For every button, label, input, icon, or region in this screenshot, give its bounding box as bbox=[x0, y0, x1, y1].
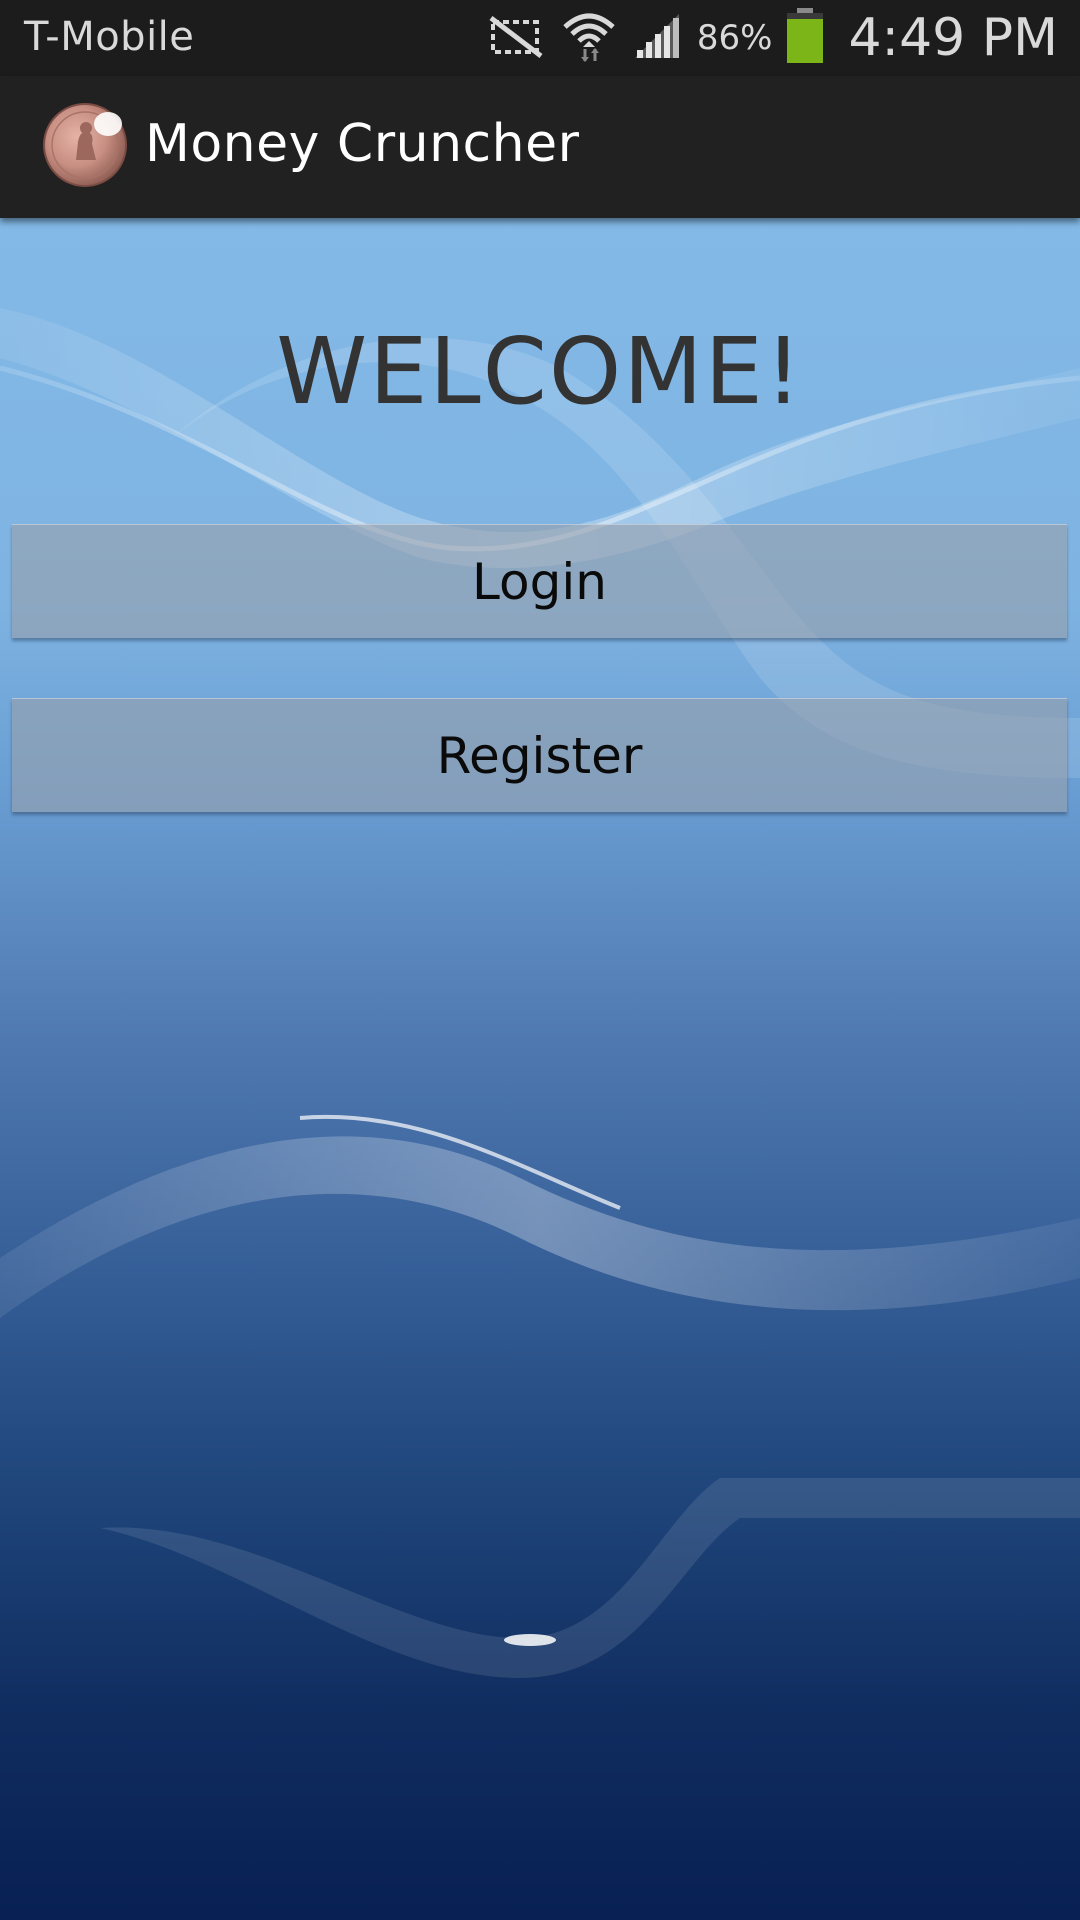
battery-percent: 86% bbox=[696, 18, 773, 58]
screen: T-Mobile 86% 4:49 PM Money Cruncher WELC… bbox=[0, 0, 1080, 1920]
no-signal-vibrate-icon bbox=[485, 12, 547, 64]
register-button[interactable]: Register bbox=[12, 698, 1067, 812]
battery-icon bbox=[786, 8, 824, 68]
wifi-icon bbox=[561, 9, 617, 67]
status-clock: 4:49 PM bbox=[848, 8, 1058, 68]
carrier-name: T-Mobile bbox=[24, 14, 195, 60]
welcome-heading: WELCOME! bbox=[276, 318, 804, 425]
background-waves bbox=[0, 308, 1080, 1678]
main-content: WELCOME! Login Register bbox=[0, 218, 1080, 1920]
app-title: Money Cruncher bbox=[145, 114, 580, 174]
action-bar: Money Cruncher bbox=[0, 76, 1080, 218]
login-button[interactable]: Login bbox=[12, 524, 1067, 638]
cell-signal-icon bbox=[631, 10, 683, 66]
status-icons: 86% 4:49 PM bbox=[485, 8, 1058, 68]
status-bar: T-Mobile 86% 4:49 PM bbox=[0, 0, 1080, 76]
coin-logo-icon[interactable] bbox=[42, 102, 128, 188]
